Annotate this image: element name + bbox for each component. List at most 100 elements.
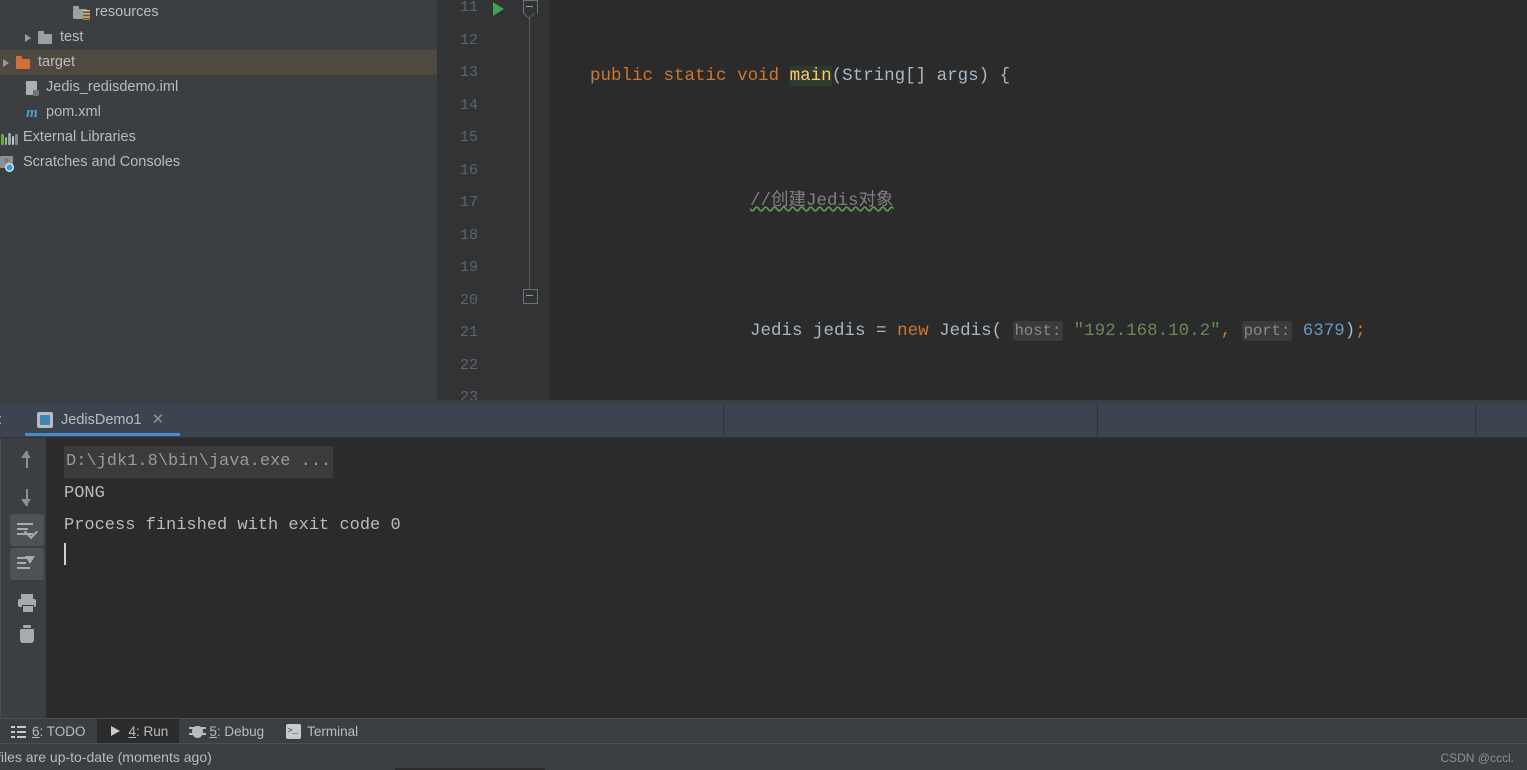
- scratches-icon: >: [0, 154, 18, 172]
- tree-item-label: Jedis_redisdemo.iml: [46, 79, 179, 95]
- mnemonic: 6: [32, 724, 40, 739]
- token-comma: ,: [1220, 320, 1232, 341]
- resources-folder-icon: [72, 4, 90, 22]
- token-number-port: 6379: [1302, 320, 1345, 341]
- line-number: 21: [459, 324, 478, 341]
- console-output[interactable]: D:\jdk1.8\bin\java.exe ... PONG Process …: [46, 438, 1527, 718]
- token-close-paren: ): [1344, 320, 1356, 341]
- text-caret: [64, 543, 66, 565]
- token-ctor-jedis: Jedis(: [939, 320, 1003, 341]
- code-editor[interactable]: 11 12 13 14 15 16 17 18 19 20 21 22 23 p…: [437, 0, 1527, 400]
- tool-window-button-todo[interactable]: 6: TODO: [0, 719, 97, 744]
- tree-expand-arrow[interactable]: [0, 50, 15, 75]
- tabbar-divider: [723, 403, 724, 437]
- tool-window-label: : TODO: [39, 724, 86, 739]
- console-output-line: Process finished with exit code 0: [64, 516, 401, 535]
- mnemonic: 4: [128, 724, 137, 739]
- line-number: 23: [459, 389, 478, 400]
- tree-item-label: Scratches and Consoles: [23, 154, 181, 170]
- tree-item-test[interactable]: test: [0, 25, 437, 50]
- code-line-12: //创建Jedis对象: [550, 185, 1527, 218]
- iml-file-icon: [23, 79, 41, 97]
- watermark-text: CSDN @cccl.: [1440, 751, 1514, 765]
- token-keyword-void: void: [737, 66, 780, 86]
- fold-collapse-icon-end[interactable]: [523, 289, 538, 304]
- console-caret-line: [64, 542, 1527, 574]
- tree-item-iml-file[interactable]: Jedis_redisdemo.iml: [0, 75, 437, 100]
- run-tool-window: n: JedisDemo1 ✕ D:\jdk1.8\bin\java.exe .…: [0, 400, 1527, 718]
- status-bar: files are up-to-date (moments ago) CSDN …: [0, 743, 1527, 770]
- param-hint-port: port:: [1241, 320, 1293, 341]
- code-fold-line: [529, 14, 530, 304]
- line-number: 20: [459, 291, 478, 309]
- intellij-idea-window: resources test target Jedis_redisdemo.im…: [0, 0, 1527, 770]
- tree-item-pom-xml[interactable]: m pom.xml: [0, 100, 437, 125]
- run-method-gutter-icon[interactable]: [493, 2, 504, 16]
- line-number: 18: [459, 226, 478, 244]
- tree-item-label: External Libraries: [23, 129, 136, 145]
- tree-expand-arrow: [8, 75, 23, 100]
- clear-all-button[interactable]: [10, 618, 44, 650]
- code-line-11: public static void main(String[] args) {: [550, 65, 1527, 87]
- line-number: 15: [459, 129, 478, 146]
- line-number: 11: [459, 0, 478, 16]
- tool-window-button-terminal[interactable]: Terminal: [275, 719, 369, 744]
- folder-orange-icon: [15, 54, 33, 72]
- token-main-signature: (String[] args) {: [831, 66, 1011, 86]
- token-comment-create-jedis: //创建Jedis对象: [750, 190, 894, 211]
- tree-item-scratches-and-consoles[interactable]: > Scratches and Consoles: [0, 150, 437, 175]
- project-tool-window[interactable]: resources test target Jedis_redisdemo.im…: [0, 0, 437, 400]
- token-keyword-static: static: [663, 66, 727, 86]
- tool-window-button-debug[interactable]: 5: Debug: [179, 719, 275, 744]
- tree-item-external-libraries[interactable]: External Libraries: [0, 125, 437, 150]
- console-command-line: D:\jdk1.8\bin\java.exe ...: [64, 446, 1527, 478]
- fold-collapse-icon[interactable]: [523, 0, 538, 19]
- console-toolbar: [0, 438, 45, 718]
- print-button[interactable]: [10, 586, 44, 618]
- terminal-icon: [286, 723, 302, 739]
- token-type-jedis: Jedis: [750, 320, 803, 341]
- tool-window-bar: 6: TODO 4: Run 5: Debug Terminal: [0, 718, 1527, 744]
- run-config-icon: [37, 412, 53, 428]
- soft-wrap-button[interactable]: [10, 514, 44, 546]
- line-number: 13: [459, 64, 478, 81]
- tree-item-resources[interactable]: resources: [0, 0, 437, 25]
- close-icon[interactable]: ✕: [152, 412, 165, 427]
- bug-icon: [189, 725, 207, 738]
- console-command-text: D:\jdk1.8\bin\java.exe ...: [64, 446, 334, 478]
- tool-window-label: : Debug: [216, 724, 265, 739]
- scroll-to-end-button[interactable]: [10, 548, 44, 580]
- run-tab-active-indicator: [25, 433, 180, 436]
- run-tab-jedisdemo1[interactable]: JedisDemo1 ✕: [25, 403, 174, 437]
- status-message: files are up-to-date (moments ago): [0, 749, 212, 765]
- tree-item-label: target: [38, 54, 76, 70]
- line-number: 12: [459, 31, 478, 49]
- maven-icon: m: [26, 104, 38, 121]
- editor-code-area[interactable]: public static void main(String[] args) {…: [550, 0, 1527, 400]
- mnemonic: 5: [209, 724, 217, 739]
- line-number: 22: [459, 356, 478, 374]
- tabbar-divider: [1475, 403, 1476, 437]
- token-string-host: "192.168.10.2": [1073, 320, 1221, 341]
- tree-item-label: resources: [95, 4, 159, 20]
- editor-gutter[interactable]: 11 12 13 14 15 16 17 18 19 20 21 22 23: [437, 0, 550, 400]
- line-number: 17: [459, 194, 478, 211]
- token-semicolon: ;: [1355, 320, 1366, 341]
- token-var-jedis: jedis: [813, 320, 866, 341]
- tool-window-label: : Run: [136, 724, 169, 739]
- rerun-up-arrow-button[interactable]: [10, 443, 44, 475]
- token-equals: =: [865, 320, 898, 341]
- tree-item-target[interactable]: target: [0, 50, 437, 75]
- tree-expand-arrow[interactable]: [22, 25, 37, 50]
- line-number: 19: [459, 259, 478, 276]
- tree-item-label: test: [60, 29, 84, 45]
- run-window-label: n:: [0, 412, 2, 428]
- code-line-13: Jedis jedis = new Jedis( host: "192.168.…: [550, 315, 1527, 348]
- token-keyword-public: public: [590, 66, 654, 86]
- token-keyword-new: new: [897, 320, 929, 341]
- down-arrow-button[interactable]: [10, 481, 44, 513]
- tool-window-button-run[interactable]: 4: Run: [96, 719, 180, 744]
- tool-window-label: Terminal: [307, 724, 359, 739]
- libraries-icon: [0, 129, 18, 147]
- param-hint-host: host:: [1012, 320, 1064, 341]
